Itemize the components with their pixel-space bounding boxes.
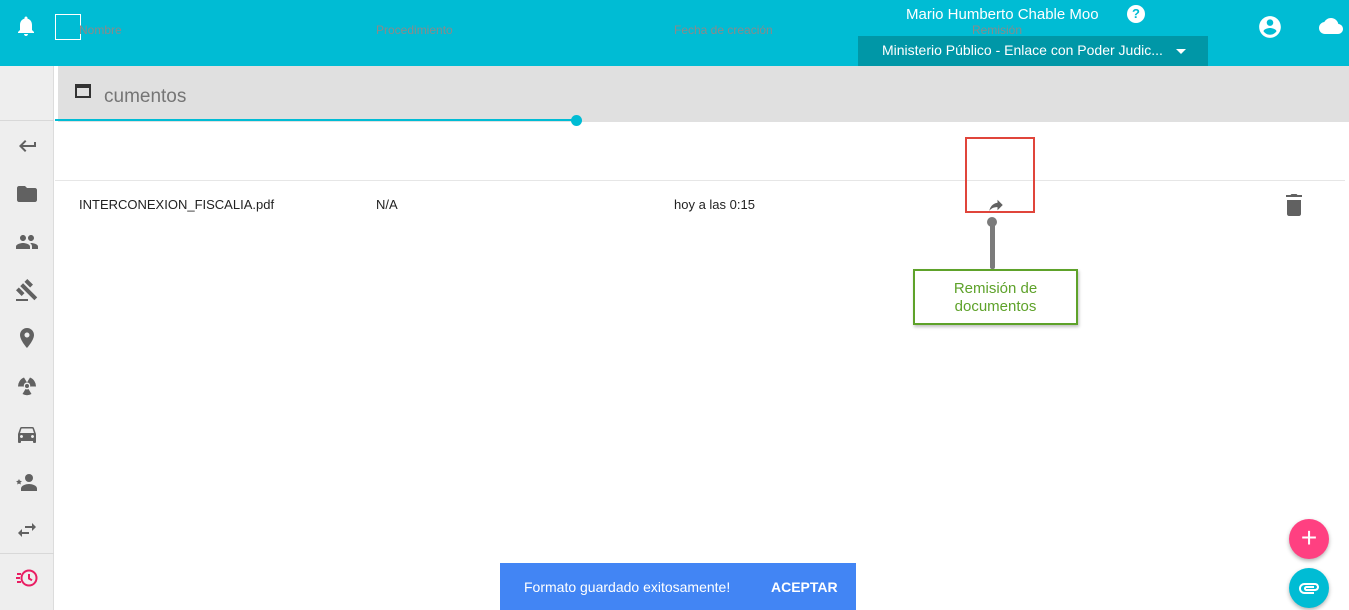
sidebar-item-location[interactable] xyxy=(0,318,54,358)
cell-fecha: hoy a las 0:15 xyxy=(674,197,755,212)
snackbar: Formato guardado exitosamente! ACEPTAR xyxy=(500,563,856,610)
sidebar-item-people[interactable] xyxy=(0,222,54,262)
sidebar-divider xyxy=(0,553,54,554)
person-star-icon xyxy=(16,474,37,491)
snackbar-accept-button[interactable]: ACEPTAR xyxy=(771,579,838,595)
delete-trash-icon[interactable] xyxy=(1285,194,1303,216)
callout-note: Remisión de documentos xyxy=(913,269,1078,325)
progress-underline xyxy=(55,119,577,121)
callout-text-line1: Remisión de xyxy=(953,280,1038,297)
sidebar-item-folder[interactable] xyxy=(0,174,54,214)
sidebar-item-vehicle[interactable] xyxy=(0,414,54,454)
panel-title: cumentos xyxy=(104,86,187,107)
sidebar-item-person-star[interactable] xyxy=(0,462,54,502)
caret-down-icon xyxy=(1176,49,1186,54)
column-header-nombre[interactable]: Nombre xyxy=(79,23,122,37)
radioactive-icon xyxy=(17,377,37,396)
documents-panel-header: cumentos xyxy=(55,66,1349,122)
gavel-icon xyxy=(16,279,38,301)
sidebar-item-history[interactable] xyxy=(0,558,54,598)
progress-dot xyxy=(571,115,582,126)
column-header-fecha[interactable]: Fecha de creación xyxy=(674,23,773,37)
snackbar-message: Formato guardado exitosamente! xyxy=(524,579,731,595)
window-icon xyxy=(75,84,91,98)
folder-icon xyxy=(17,186,37,202)
sidebar-divider xyxy=(0,120,54,121)
user-name: Mario Humberto Chable Moo xyxy=(906,6,1099,23)
help-icon[interactable]: ? xyxy=(1127,5,1145,23)
people-icon xyxy=(16,235,38,249)
cell-procedimiento: N/A xyxy=(376,197,398,212)
callout-connector-dot xyxy=(987,217,997,227)
sidebar-item-swap[interactable] xyxy=(0,510,54,550)
row-divider xyxy=(55,180,1345,181)
column-header-procedimiento[interactable]: Procedimiento xyxy=(376,23,453,37)
app-logo[interactable] xyxy=(55,14,81,40)
sidebar-item-gavel[interactable] xyxy=(0,270,54,310)
add-fab-button[interactable]: + xyxy=(1289,519,1329,559)
callout-text-line2: documentos xyxy=(954,298,1037,315)
cell-nombre: INTERCONEXION_FISCALIA.pdf xyxy=(79,197,275,212)
history-icon xyxy=(16,569,38,587)
back-arrow-icon xyxy=(19,140,36,152)
attachment-icon xyxy=(1299,583,1319,594)
notifications-bell-icon[interactable] xyxy=(14,14,38,38)
role-selector-label: Ministerio Público - Enlace con Poder Ju… xyxy=(882,42,1163,58)
role-selector-dropdown[interactable]: Ministerio Público - Enlace con Poder Ju… xyxy=(858,36,1208,66)
swap-arrows-icon xyxy=(18,523,36,537)
account-circle-icon[interactable] xyxy=(1257,14,1283,40)
sidebar xyxy=(0,66,54,610)
callout-connector xyxy=(990,221,995,269)
attach-fab-button[interactable] xyxy=(1289,568,1329,608)
car-icon xyxy=(18,427,36,443)
sidebar-item-hazard[interactable] xyxy=(0,366,54,406)
column-header-remision[interactable]: Remisión xyxy=(972,23,1022,37)
location-pin-icon xyxy=(20,328,34,348)
sidebar-item-back[interactable] xyxy=(0,126,54,166)
highlight-box xyxy=(965,137,1035,213)
cloud-icon[interactable] xyxy=(1317,14,1345,38)
